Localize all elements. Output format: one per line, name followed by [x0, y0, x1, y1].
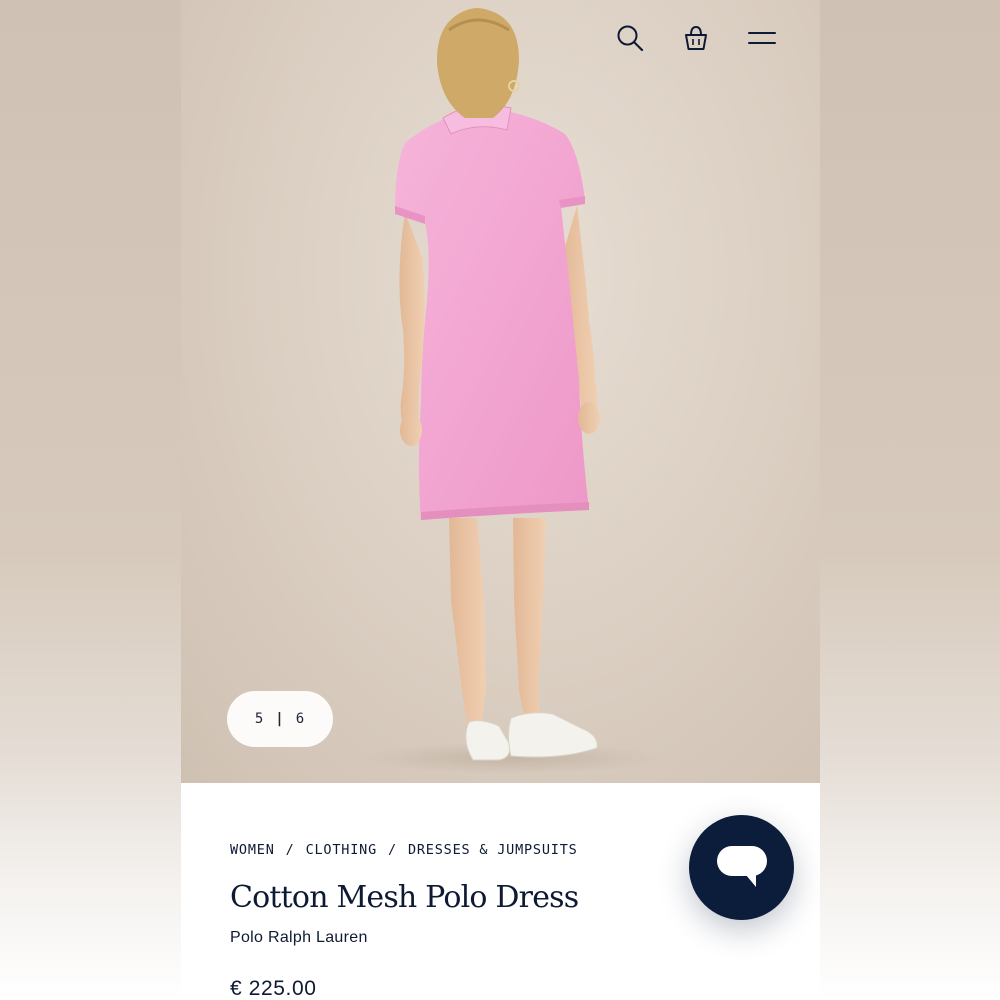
breadcrumb: WOMEN / CLOTHING / DRESSES & JUMPSUITS: [230, 842, 578, 858]
hamburger-menu-icon: [748, 32, 776, 44]
product-image-gallery[interactable]: 5 | 6: [181, 0, 820, 783]
product-photo: [361, 8, 661, 774]
image-pager: 5 | 6: [227, 691, 333, 747]
product-title: Cotton Mesh Polo Dress: [230, 880, 579, 915]
shopping-bag-button[interactable]: [676, 18, 716, 58]
pager-separator: |: [275, 711, 285, 727]
breadcrumb-dresses-jumpsuits[interactable]: DRESSES & JUMPSUITS: [408, 842, 578, 858]
product-info: WOMEN / CLOTHING / DRESSES & JUMPSUITS Cotto…: [181, 783, 820, 1000]
shopping-bag-icon: [685, 25, 707, 50]
breadcrumb-separator: /: [285, 842, 295, 858]
product-brand: Polo Ralph Lauren: [230, 929, 368, 946]
product-price: € 225.00: [230, 977, 317, 1000]
menu-button[interactable]: [742, 18, 782, 58]
chat-button[interactable]: [689, 815, 794, 920]
pager-total: 6: [295, 711, 306, 727]
breadcrumb-women[interactable]: WOMEN: [230, 842, 275, 858]
breadcrumb-separator: /: [388, 842, 397, 858]
product-page: 5 | 6 WOMEN / CLOTHING / DRESSES & JUMPSUITS…: [181, 0, 820, 1000]
search-icon: [617, 25, 644, 52]
search-button[interactable]: [610, 18, 650, 58]
pager-current: 5: [254, 711, 265, 727]
breadcrumb-clothing[interactable]: CLOTHING: [306, 842, 377, 858]
chat-bubble-icon: [716, 845, 767, 887]
